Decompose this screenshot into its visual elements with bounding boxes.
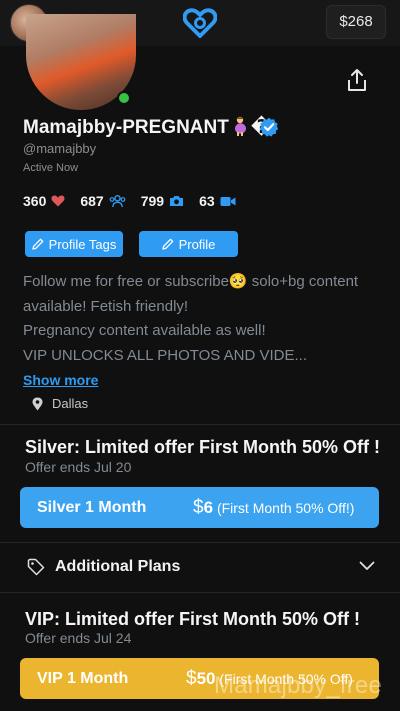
profile-tags-label: Profile Tags (48, 236, 117, 252)
share-icon[interactable] (346, 68, 368, 92)
fans-count: 687 (80, 193, 104, 209)
activity-status: Active Now (23, 162, 79, 174)
location: Dallas (32, 396, 88, 411)
location-text: Dallas (52, 396, 89, 411)
divider (0, 424, 400, 425)
vip-offer-title: VIP: Limited offer First Month 50% Off ! (25, 609, 361, 629)
heart-icon (51, 195, 65, 207)
additional-plans-label: Additional Plans (55, 558, 181, 575)
stat-likes: 360 (23, 193, 65, 209)
camera-icon (170, 196, 184, 206)
video-icon (220, 196, 236, 206)
photos-count: 799 (140, 193, 165, 209)
silver-plan-name: Silver 1 Month (37, 498, 147, 516)
pencil-icon (161, 238, 173, 250)
silver-discount: (First Month 50% Off!) (216, 499, 355, 516)
bio-line: Pregnancy content available as well! (23, 322, 266, 339)
stat-videos: 63 (199, 193, 236, 209)
silver-currency: $ (193, 496, 204, 518)
online-status-dot (117, 91, 131, 105)
bio-line: Follow me for free or subscribe🥺 solo+bg… (23, 273, 359, 290)
watermark: Mamajbby_free (214, 672, 383, 699)
silver-1-month-button[interactable]: Silver 1 Month $6 (First Month 50% Off!) (20, 487, 379, 528)
show-more-link[interactable]: Show more (23, 372, 98, 388)
heart-lock-logo-icon[interactable] (183, 8, 217, 38)
stat-photos: 799 (141, 193, 184, 209)
profile-bio: Follow me for free or subscribe🥺 solo+bg… (23, 270, 383, 368)
edit-profile-label: Profile (178, 236, 216, 252)
verified-badge-icon (259, 117, 279, 137)
likes-count: 360 (23, 193, 47, 209)
bio-line: available! Fetish friendly! (23, 297, 189, 315)
chevron-down-icon (359, 561, 375, 570)
additional-plans-toggle[interactable]: Additional Plans (0, 542, 400, 592)
profile-name-text: Mamajbby-PREGNANT (23, 117, 229, 138)
pregnant-woman-emoji-icon (234, 116, 246, 136)
silver-plan-price: $6 (First Month 50% Off!) (193, 497, 354, 519)
bio-line: VIP UNLOCKS ALL PHOTOS AND VIDE... (23, 346, 307, 364)
fans-icon (109, 194, 126, 207)
tag-icon (27, 558, 45, 576)
profile-stats: 360 687 799 63 (23, 193, 251, 209)
profile-handle: @mamajbby (23, 141, 97, 156)
silver-offer-ends: Offer ends Jul 20 (25, 459, 132, 475)
vip-currency: $ (186, 667, 197, 689)
vip-plan-name: VIP 1 Month (37, 669, 129, 687)
vip-offer-ends: Offer ends Jul 24 (25, 630, 132, 646)
map-pin-icon (32, 397, 43, 410)
wallet-balance-button[interactable]: $268 (326, 5, 386, 39)
profile-name: Mamajbby-PREGNANT � (23, 116, 272, 139)
divider (0, 592, 400, 593)
profile-tags-button[interactable]: Profile Tags (25, 231, 123, 257)
videos-count: 63 (199, 193, 215, 209)
pencil-icon (32, 238, 44, 250)
silver-offer-title: Silver: Limited offer First Month 50% Of… (25, 437, 381, 457)
stat-fans: 687 (80, 193, 126, 209)
silver-price-amount: 6 (203, 497, 214, 517)
edit-profile-button[interactable]: Profile (139, 231, 238, 257)
vip-price-amount: 50 (196, 668, 216, 688)
